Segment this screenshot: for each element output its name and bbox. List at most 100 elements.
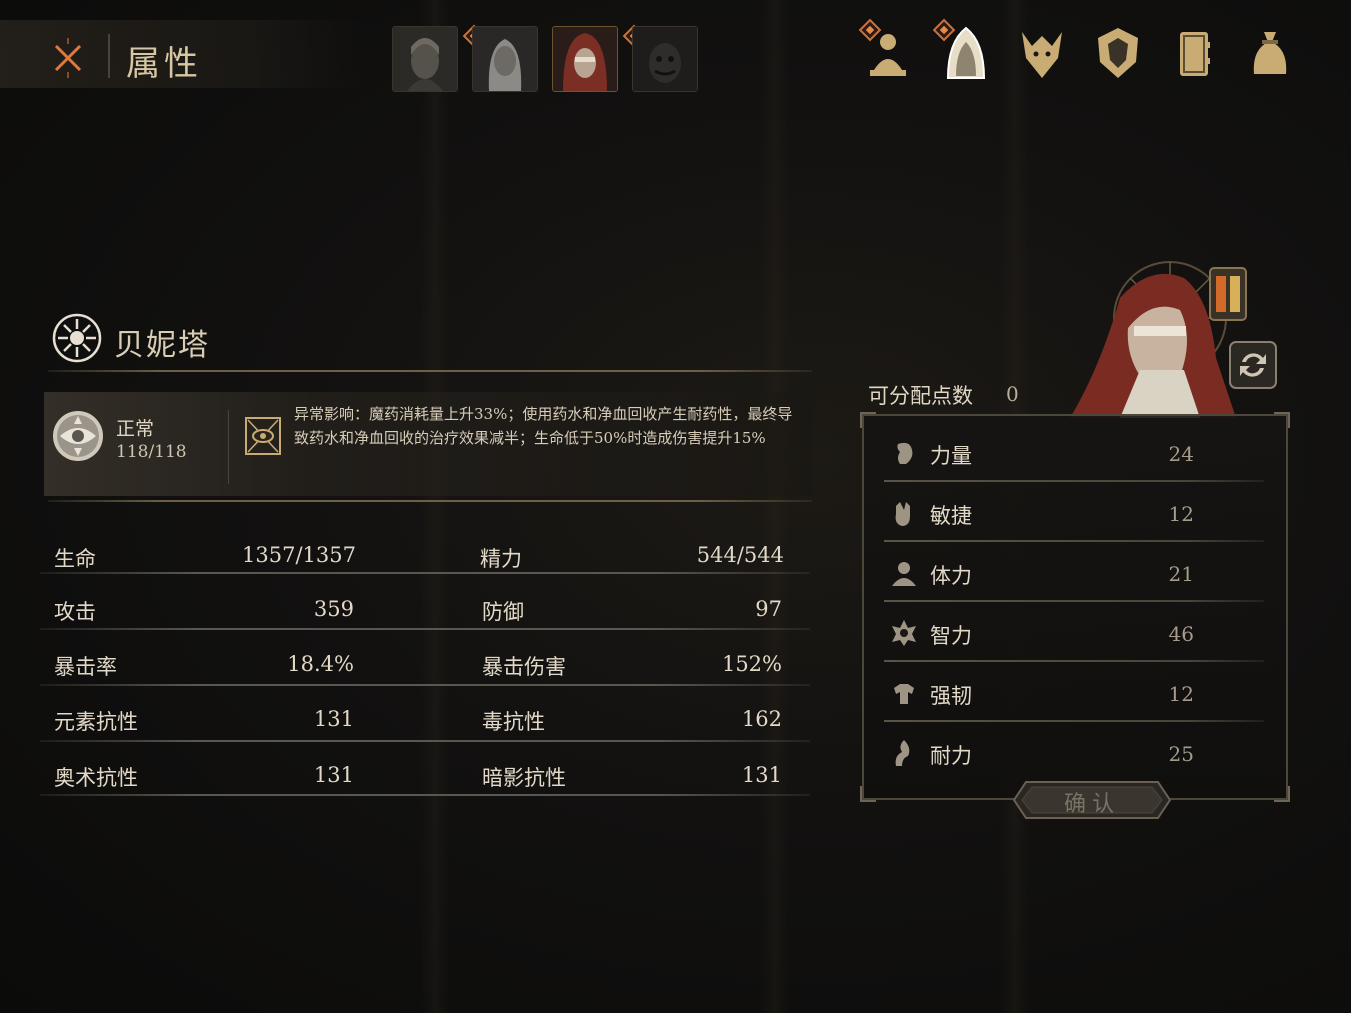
- stat-name: 暴击率: [54, 655, 117, 679]
- stat-value: 544/544: [696, 543, 784, 567]
- panel-corner: [860, 786, 876, 802]
- nav-equipment-button[interactable]: [1090, 22, 1146, 84]
- stat-value: 131: [313, 707, 354, 731]
- stat-value: 162: [741, 707, 782, 731]
- stat-row-divider: [40, 794, 810, 796]
- stat-value: 131: [313, 763, 354, 787]
- attribute-divider: [884, 720, 1264, 722]
- intellect-icon: [892, 620, 916, 646]
- stat-value: 359: [313, 597, 354, 621]
- endurance-icon: [895, 740, 910, 766]
- stat-name: 攻击: [54, 600, 96, 624]
- points-value: 0: [1006, 382, 1019, 406]
- bg-column: [420, 0, 450, 1013]
- panel-corner: [860, 412, 876, 428]
- attribute-value: 25: [1168, 742, 1194, 766]
- pouch-icon: [1253, 32, 1287, 74]
- shield-icon: [1098, 28, 1138, 78]
- hood-icon: [946, 26, 986, 79]
- attribute-row-agility[interactable]: 敏捷 12: [884, 486, 1264, 542]
- eye-effect-icon: [244, 416, 282, 456]
- agility-icon: [895, 502, 910, 526]
- red-hood-portrait-icon: [553, 27, 617, 91]
- stat-value: 18.4%: [287, 652, 354, 676]
- journal-icon: [1180, 32, 1210, 76]
- party-portrait-2[interactable]: [472, 26, 538, 92]
- nav-attributes-button[interactable]: [938, 22, 994, 84]
- attribute-row-toughness[interactable]: 强韧 12: [884, 666, 1264, 722]
- status-label: 正常: [116, 418, 155, 440]
- confirm-label: 确认: [1063, 792, 1120, 817]
- attribute-name: 力量: [930, 444, 972, 468]
- warrior-portrait-icon: [393, 27, 457, 91]
- stat-name: 元素抗性: [54, 710, 138, 734]
- attribute-value: 12: [1168, 502, 1194, 526]
- page-title: 属性: [126, 44, 202, 84]
- vitality-icon: [892, 562, 916, 586]
- white-hair-portrait-icon: [473, 27, 537, 91]
- status-divider-line: [48, 500, 812, 502]
- attribute-divider: [884, 660, 1264, 662]
- attribute-name: 耐力: [930, 744, 972, 768]
- attribute-row-vitality[interactable]: 体力 21: [884, 546, 1264, 602]
- points-label: 可分配点数: [868, 384, 973, 408]
- attribute-row-strength[interactable]: 力量 24: [884, 426, 1264, 482]
- close-icon: [54, 38, 82, 78]
- stat-value: 131: [741, 763, 782, 787]
- stat-row-divider: [40, 684, 810, 686]
- attribute-divider: [884, 540, 1264, 542]
- status-value: 118/118: [116, 442, 187, 462]
- party-portrait-4[interactable]: [632, 26, 698, 92]
- character-portrait-art: [1060, 258, 1292, 418]
- stat-row-divider: [40, 572, 810, 574]
- attribute-name: 智力: [930, 624, 972, 648]
- attribute-value: 12: [1168, 682, 1194, 706]
- stat-row-divider: [40, 628, 810, 630]
- status-divider: [228, 410, 229, 484]
- attribute-row-intellect[interactable]: 智力 46: [884, 606, 1264, 662]
- character-icon: [870, 34, 906, 76]
- party-portrait-3[interactable]: [552, 26, 618, 92]
- header-divider: [48, 370, 812, 372]
- sanity-emblem-icon: [52, 410, 104, 462]
- stat-value: 1357/1357: [242, 543, 356, 567]
- panel-corner: [1274, 412, 1290, 428]
- stat-value: 152%: [721, 652, 782, 676]
- beast-icon: [1022, 32, 1062, 78]
- nav-skills-button[interactable]: [1014, 22, 1070, 84]
- sun-emblem-icon: [52, 313, 102, 363]
- stat-name: 暴击伤害: [482, 655, 566, 679]
- nav-inventory-button[interactable]: [1242, 22, 1298, 84]
- character-name: 贝妮塔: [114, 328, 210, 363]
- attribute-name: 体力: [930, 564, 972, 588]
- stat-name: 毒抗性: [482, 710, 545, 734]
- stat-value: 97: [755, 597, 782, 621]
- party-portrait-1[interactable]: [392, 26, 458, 92]
- attribute-value: 24: [1168, 442, 1194, 466]
- stat-name: 生命: [54, 547, 96, 571]
- attribute-name: 强韧: [930, 684, 972, 708]
- attribute-name: 敏捷: [930, 504, 972, 528]
- nav-journal-button[interactable]: [1166, 22, 1222, 84]
- attribute-row-endurance[interactable]: 耐力 25: [884, 726, 1264, 782]
- status-effect-description: 异常影响：魔药消耗量上升33%；使用药水和净血回收产生耐药性，最终导致药水和净血…: [294, 405, 793, 447]
- close-button[interactable]: [44, 34, 92, 82]
- confirm-button[interactable]: 确认: [1012, 778, 1172, 822]
- panel-corner: [1274, 786, 1290, 802]
- attribute-divider: [884, 600, 1264, 602]
- swap-character-button[interactable]: [1228, 340, 1278, 390]
- nav-character-button[interactable]: [860, 22, 916, 84]
- stat-row-divider: [40, 740, 810, 742]
- toughness-icon: [894, 684, 914, 704]
- bg-column: [760, 0, 790, 1013]
- title-separator: [108, 34, 110, 78]
- refresh-icon: [1229, 341, 1277, 389]
- strength-icon: [897, 442, 913, 464]
- attribute-value: 21: [1168, 562, 1194, 586]
- stat-name: 奥术抗性: [54, 766, 138, 790]
- attribute-value: 46: [1168, 622, 1194, 646]
- stat-name: 防御: [482, 600, 524, 624]
- attribute-divider: [884, 480, 1264, 482]
- masked-portrait-icon: [633, 27, 697, 91]
- stat-name: 精力: [480, 547, 522, 571]
